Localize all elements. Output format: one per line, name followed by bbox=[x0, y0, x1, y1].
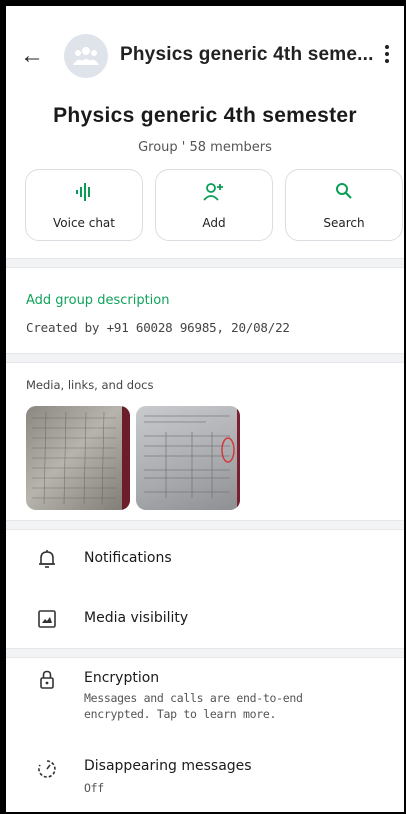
voice-chat-button[interactable]: Voice chat bbox=[25, 169, 143, 241]
media-visibility-label: Media visibility bbox=[84, 610, 189, 626]
kebab-menu-icon[interactable] bbox=[380, 42, 394, 68]
search-label: Search bbox=[323, 216, 365, 230]
encryption-description: Messages and calls are end-to-end encryp… bbox=[84, 691, 303, 721]
timer-icon bbox=[38, 760, 56, 778]
voice-chat-label: Voice chat bbox=[52, 216, 115, 230]
encryption-row[interactable]: Encryption Messages and calls are end-to… bbox=[6, 666, 404, 736]
add-label: Add bbox=[202, 216, 226, 230]
search-icon bbox=[286, 182, 402, 204]
add-button[interactable]: Add bbox=[155, 169, 273, 241]
group-member-count: Group ' 58 members bbox=[138, 140, 272, 155]
notifications-label: Notifications bbox=[84, 550, 172, 566]
group-name: Physics generic 4th semester bbox=[53, 104, 357, 127]
action-buttons: Voice chat Add Search bbox=[25, 169, 404, 243]
media-thumbnail[interactable] bbox=[136, 406, 240, 510]
disappearing-messages-status: Off bbox=[84, 781, 104, 795]
media-thumbnail[interactable] bbox=[26, 406, 130, 510]
add-person-icon bbox=[156, 182, 272, 206]
document-photo-image bbox=[32, 411, 116, 505]
group-info-screen: ← Physics generic 4th seme... Physics ge… bbox=[6, 6, 404, 812]
search-button[interactable]: Search bbox=[285, 169, 403, 241]
section-divider bbox=[6, 648, 404, 658]
created-by-text: Created by +91 60028 96985, 20/08/22 bbox=[26, 320, 290, 335]
arrow-left-icon[interactable]: ← bbox=[20, 42, 48, 70]
toolbar-title: Physics generic 4th seme... bbox=[120, 44, 374, 65]
section-divider bbox=[6, 520, 404, 530]
media-section-label[interactable]: Media, links, and docs bbox=[26, 378, 153, 392]
encryption-label: Encryption bbox=[84, 670, 160, 686]
top-bar: ← Physics generic 4th seme... bbox=[6, 6, 404, 90]
group-icon bbox=[73, 47, 99, 65]
section-divider bbox=[6, 353, 404, 363]
image-icon bbox=[38, 610, 56, 628]
section-divider bbox=[6, 258, 404, 268]
disappearing-messages-row[interactable]: Disappearing messages Off bbox=[6, 754, 404, 806]
notifications-row[interactable]: Notifications bbox=[6, 544, 404, 590]
document-photo-image bbox=[144, 415, 235, 498]
voice-wave-icon bbox=[26, 182, 142, 206]
bell-icon bbox=[39, 550, 55, 568]
lock-icon bbox=[40, 670, 54, 689]
add-description-link[interactable]: Add group description bbox=[26, 293, 169, 308]
group-avatar[interactable] bbox=[64, 34, 108, 78]
media-visibility-row[interactable]: Media visibility bbox=[6, 602, 404, 648]
disappearing-messages-label: Disappearing messages bbox=[84, 758, 252, 774]
